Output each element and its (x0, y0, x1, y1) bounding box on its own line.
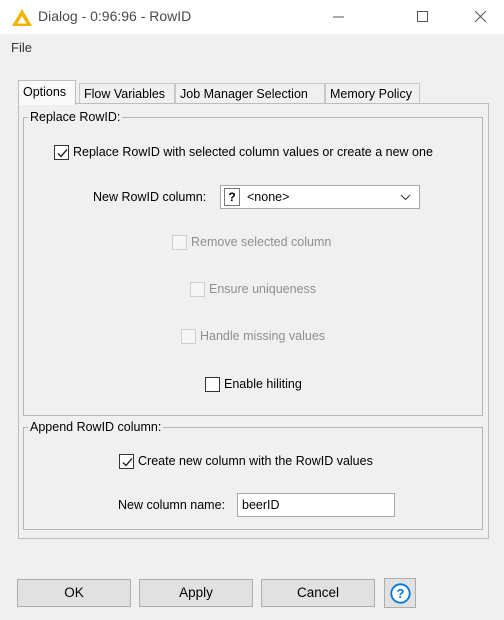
minimize-button[interactable] (316, 0, 362, 34)
append-rowid-legend: Append RowID column: (30, 420, 162, 434)
new-rowid-column-value: <none> (247, 190, 290, 204)
handle-missing-values-checkbox[interactable] (181, 328, 196, 344)
unknown-type-icon: ? (224, 188, 240, 206)
apply-button[interactable]: Apply (139, 579, 253, 607)
remove-selected-column-row[interactable]: Remove selected column (172, 234, 331, 250)
enable-hiliting-row[interactable]: Enable hiliting (205, 376, 302, 392)
replace-rowid-checkbox-row[interactable]: Replace RowID with selected column value… (54, 144, 433, 160)
ensure-uniqueness-label: Ensure uniqueness (209, 282, 317, 296)
remove-selected-column-label: Remove selected column (191, 235, 332, 249)
knime-warning-triangle-icon (12, 9, 32, 26)
tab-flow-variables[interactable]: Flow Variables (79, 83, 175, 104)
replace-rowid-label: Replace RowID with selected column value… (73, 145, 433, 159)
replace-rowid-legend: Replace RowID: (30, 110, 121, 124)
new-column-name-input[interactable] (237, 493, 395, 517)
ok-button[interactable]: OK (17, 579, 131, 607)
help-button[interactable]: ? (384, 578, 416, 608)
checkmark-icon (57, 148, 68, 158)
new-column-name-label: New column name: (118, 498, 225, 512)
close-button[interactable] (458, 0, 504, 34)
maximize-button[interactable] (400, 0, 446, 34)
tab-memory-policy[interactable]: Memory Policy (325, 83, 420, 104)
svg-text:?: ? (397, 586, 405, 601)
close-icon (475, 11, 487, 23)
tab-options[interactable]: Options (18, 80, 76, 105)
create-new-column-label: Create new column with the RowID values (138, 454, 373, 468)
chevron-down-icon (400, 194, 411, 201)
help-icon: ? (390, 583, 411, 604)
new-rowid-column-select[interactable]: ? <none> (220, 185, 420, 209)
enable-hiliting-label: Enable hiliting (224, 377, 302, 391)
remove-selected-column-checkbox[interactable] (172, 234, 187, 250)
tab-job-manager-selection[interactable]: Job Manager Selection (175, 83, 325, 104)
title-bar: Dialog - 0:96:96 - RowID (0, 0, 504, 34)
new-rowid-column-label: New RowID column: (93, 190, 207, 204)
checkmark-icon (122, 457, 133, 467)
replace-rowid-checkbox[interactable] (54, 144, 69, 160)
window-title: Dialog - 0:96:96 - RowID (38, 8, 192, 24)
cancel-button[interactable]: Cancel (261, 579, 375, 607)
minimize-icon (333, 16, 344, 18)
ensure-uniqueness-row[interactable]: Ensure uniqueness (190, 281, 316, 297)
menu-bar: File (0, 34, 504, 62)
enable-hiliting-checkbox[interactable] (205, 376, 220, 392)
handle-missing-values-row[interactable]: Handle missing values (181, 328, 325, 344)
handle-missing-values-label: Handle missing values (200, 329, 326, 343)
options-panel: Replace RowID: Replace RowID with select… (18, 103, 489, 539)
maximize-icon (417, 11, 428, 22)
ensure-uniqueness-checkbox[interactable] (190, 281, 205, 297)
create-new-column-checkbox[interactable] (119, 453, 134, 469)
menu-file[interactable]: File (11, 40, 32, 55)
create-new-column-row[interactable]: Create new column with the RowID values (119, 453, 373, 469)
